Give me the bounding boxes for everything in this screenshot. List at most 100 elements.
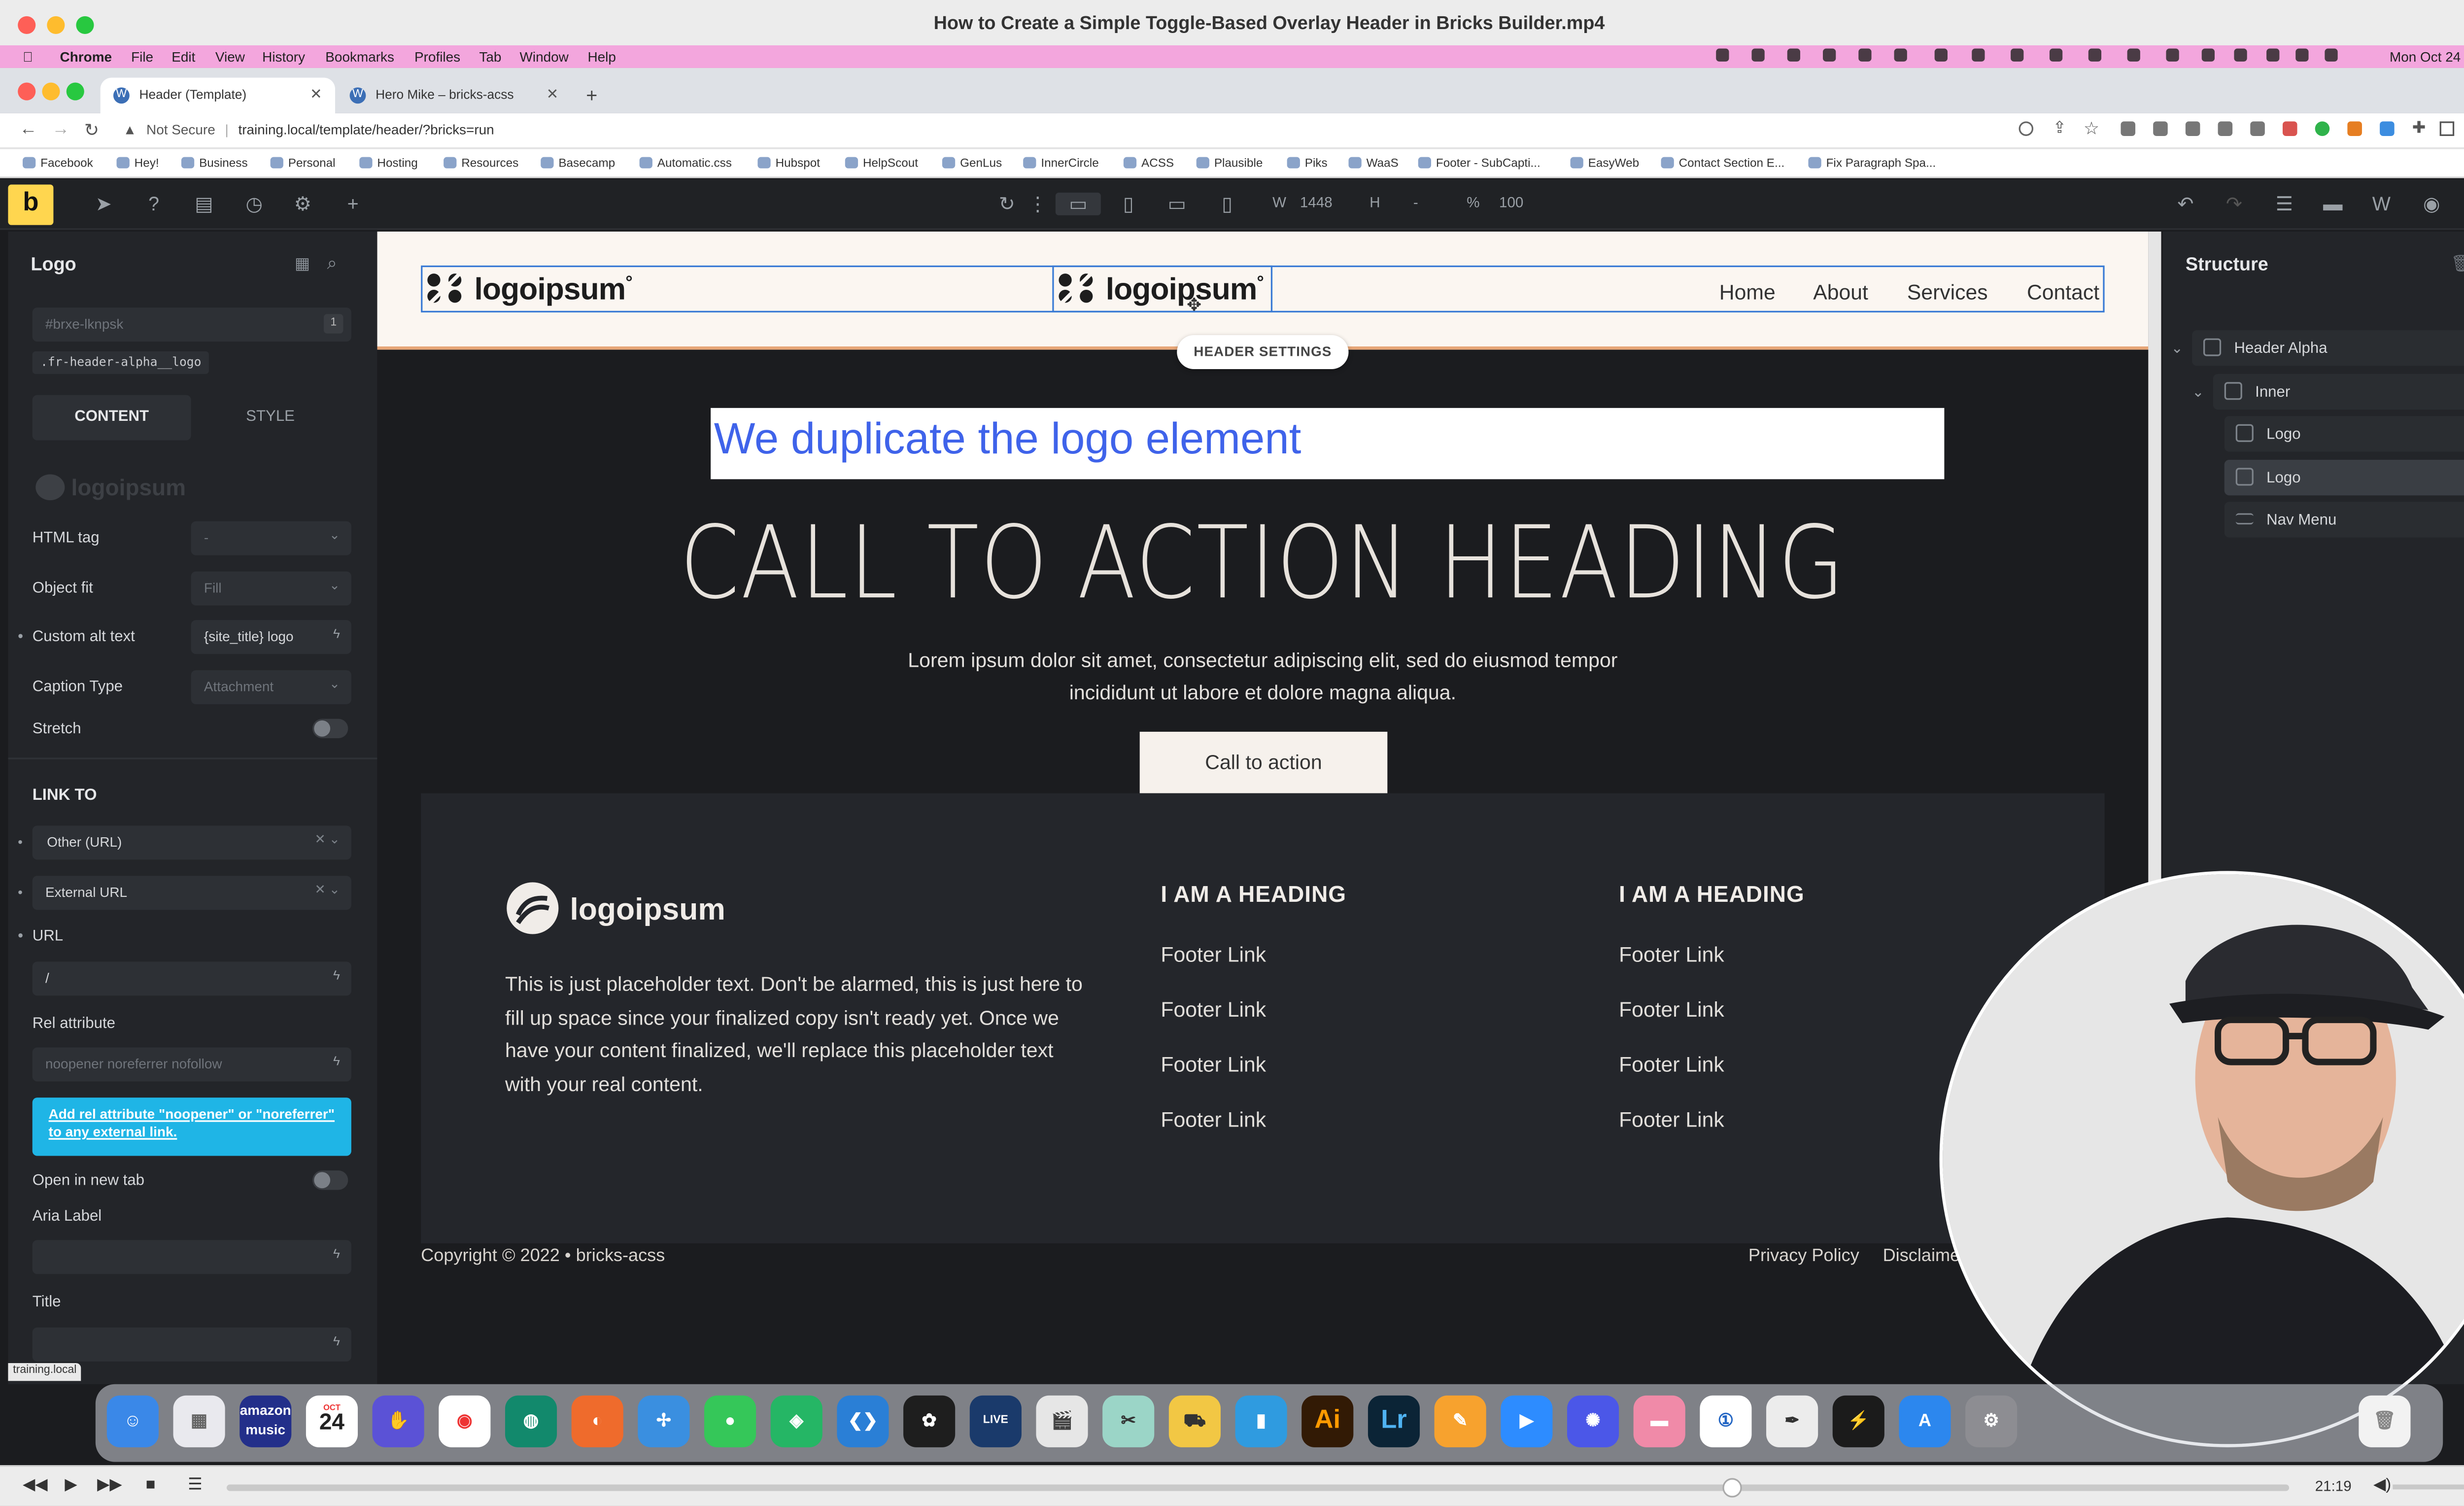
tray-icon[interactable] [2166,48,2179,62]
firefox-icon[interactable]: ◐ [571,1395,623,1447]
header-logo-duplicate[interactable]: logoipsum° [1056,271,1264,309]
html-tag-select[interactable]: - ⌄ [191,521,351,555]
dynamic-data-icon[interactable]: ϟ [333,968,340,983]
cta-button[interactable]: Call to action [1139,731,1388,793]
desktop-breakpoint-icon[interactable]: ▭ [1055,192,1101,215]
help-icon[interactable]: ? [142,193,165,215]
tray-icon[interactable] [1716,48,1729,62]
bookmark[interactable]: Basecamp [541,155,615,170]
gear-icon[interactable]: ⚙ [291,193,314,215]
tool-app-icon[interactable]: ✂ [1102,1395,1155,1447]
chevron-down-icon[interactable]: ⌄ [2171,340,2183,358]
extension-icon[interactable] [2315,121,2330,136]
clear-chevron-icon[interactable]: ✕ ⌄ [314,882,340,897]
height-input[interactable]: - [1413,194,1418,210]
url-field[interactable]: ▲ Not Secure | training.local/template/head… [123,121,494,137]
share-icon[interactable]: ⇪ [2053,120,2067,137]
structure-item-inner[interactable]: Inner [2213,374,2464,410]
footer-link[interactable]: Footer Link [1161,942,1266,966]
tray-icon[interactable] [2049,48,2063,62]
figma-icon[interactable]: ✿ [903,1395,956,1447]
system-settings-icon[interactable]: ⚙ [1965,1395,2018,1447]
cleanmymac-icon[interactable]: ▬ [1633,1395,1685,1447]
extension-icon[interactable] [2218,121,2233,136]
bookmark[interactable]: InnerCircle [1023,155,1099,170]
menubar-clock[interactable]: Mon Oct 24 4:36 PM [2390,49,2464,65]
stop-icon[interactable]: ■ [146,1476,156,1494]
tray-icon[interactable] [1858,48,1872,62]
page-icon[interactable]: ▤ [193,193,215,215]
link-type-select[interactable]: Other (URL) ✕ ⌄ [18,825,351,860]
bookmark[interactable]: Hosting [359,155,418,170]
tray-icon[interactable] [1894,48,1907,62]
tray-icon[interactable] [2234,48,2247,62]
illustrator-icon[interactable]: Ai [1301,1395,1354,1447]
history-icon[interactable]: ◷ [243,193,266,215]
tray-icon[interactable] [1787,48,1801,62]
control-center-icon[interactable] [2325,48,2338,62]
menu-edit[interactable]: Edit [171,49,195,65]
pen-app-icon[interactable]: ✒ [1766,1395,1818,1447]
tab-content[interactable]: CONTENT [32,395,191,441]
bookmark[interactable]: Piks [1287,155,1328,170]
cursor-icon[interactable]: ➤ [92,193,115,215]
url-input[interactable]: / ϟ [32,961,351,996]
minimize-browser-button[interactable] [42,82,60,101]
menu-tab[interactable]: Tab [479,49,501,65]
bookmark[interactable]: Fix Paragraph Spa... [1808,155,1936,170]
footer-link[interactable]: Footer Link [1161,997,1266,1022]
footer-link[interactable]: Footer Link [1619,1052,1724,1076]
system-app-icon[interactable]: ✺ [1567,1395,1619,1447]
fast-forward-icon[interactable]: ▶▶ [97,1476,122,1494]
tray-icon[interactable] [2011,48,2024,62]
reload-icon[interactable]: ↻ [995,193,1018,215]
star-icon[interactable]: ☆ [2084,118,2099,139]
dynamic-data-icon[interactable]: ϟ [333,626,340,641]
extension-icon[interactable] [2153,121,2168,136]
rel-notice[interactable]: Add rel attribute "noopener" or "norefer… [32,1097,351,1156]
structure-item-logo-selected[interactable]: Logo [2224,459,2464,496]
width-input[interactable]: 1448 [1300,194,1333,210]
alt-text-input[interactable]: {site_title} logo ϟ [191,620,351,654]
undo-icon[interactable]: ↶ [2174,193,2197,215]
trash-icon[interactable]: 🗑 [2451,256,2464,274]
chevron-down-icon[interactable]: ⌄ [2192,384,2204,402]
keynote-icon[interactable]: ▮ [1235,1395,1287,1447]
progress-knob[interactable] [1722,1478,1742,1498]
aria-label-input[interactable]: ϟ [32,1240,351,1274]
footer-link[interactable]: Footer Link [1161,1052,1266,1076]
bookmark[interactable]: Automatic.css [639,155,732,170]
menu-help[interactable]: Help [587,49,616,65]
rel-attribute-input[interactable]: noopener noreferrer nofollow ϟ [32,1047,351,1082]
folder-icon[interactable]: ▬ [2322,193,2344,215]
volume-icon[interactable]: ◀) [2373,1476,2391,1494]
apple-icon[interactable]:  [23,49,33,65]
dynamic-data-icon[interactable]: ϟ [333,1054,340,1069]
bookmark[interactable]: WaaS [1348,155,1399,170]
bookmark[interactable]: HelpScout [845,155,918,170]
bookmark[interactable]: ACSS [1123,155,1174,170]
header-logo[interactable]: logoipsum° [424,271,633,309]
new-tab-icon[interactable]: + [586,84,597,107]
logo-preview[interactable]: logoipsum [35,474,186,501]
footer-logo[interactable]: logoipsum [505,881,725,936]
dynamic-data-icon[interactable]: ϟ [333,1334,340,1349]
tray-icon[interactable] [2127,48,2140,62]
nav-services[interactable]: Services [1907,280,1988,304]
nav-home[interactable]: Home [1719,280,1776,304]
structure-item-header-alpha[interactable]: Header Alpha [2192,330,2464,366]
open-new-tab-toggle[interactable] [312,1170,348,1190]
finder-icon[interactable]: ☺ [106,1395,159,1447]
close-browser-button[interactable] [18,82,36,101]
final-cut-icon[interactable]: 🎬 [1036,1395,1088,1447]
footer-link[interactable]: Footer Link [1619,1107,1724,1131]
search-icon[interactable]: ⌕ [327,254,337,275]
nav-contact[interactable]: Contact [2027,280,2099,304]
amazon-music-icon[interactable]: amazon music [240,1395,292,1447]
back-icon[interactable]: ← [19,120,37,139]
extension-icon[interactable] [2250,121,2265,136]
trash-dock-icon[interactable]: 🗑 [2359,1395,2411,1447]
nav-about[interactable]: About [1813,280,1868,304]
footer-link[interactable]: Footer Link [1161,1107,1266,1131]
structure-icon[interactable]: ☰ [2273,193,2295,215]
